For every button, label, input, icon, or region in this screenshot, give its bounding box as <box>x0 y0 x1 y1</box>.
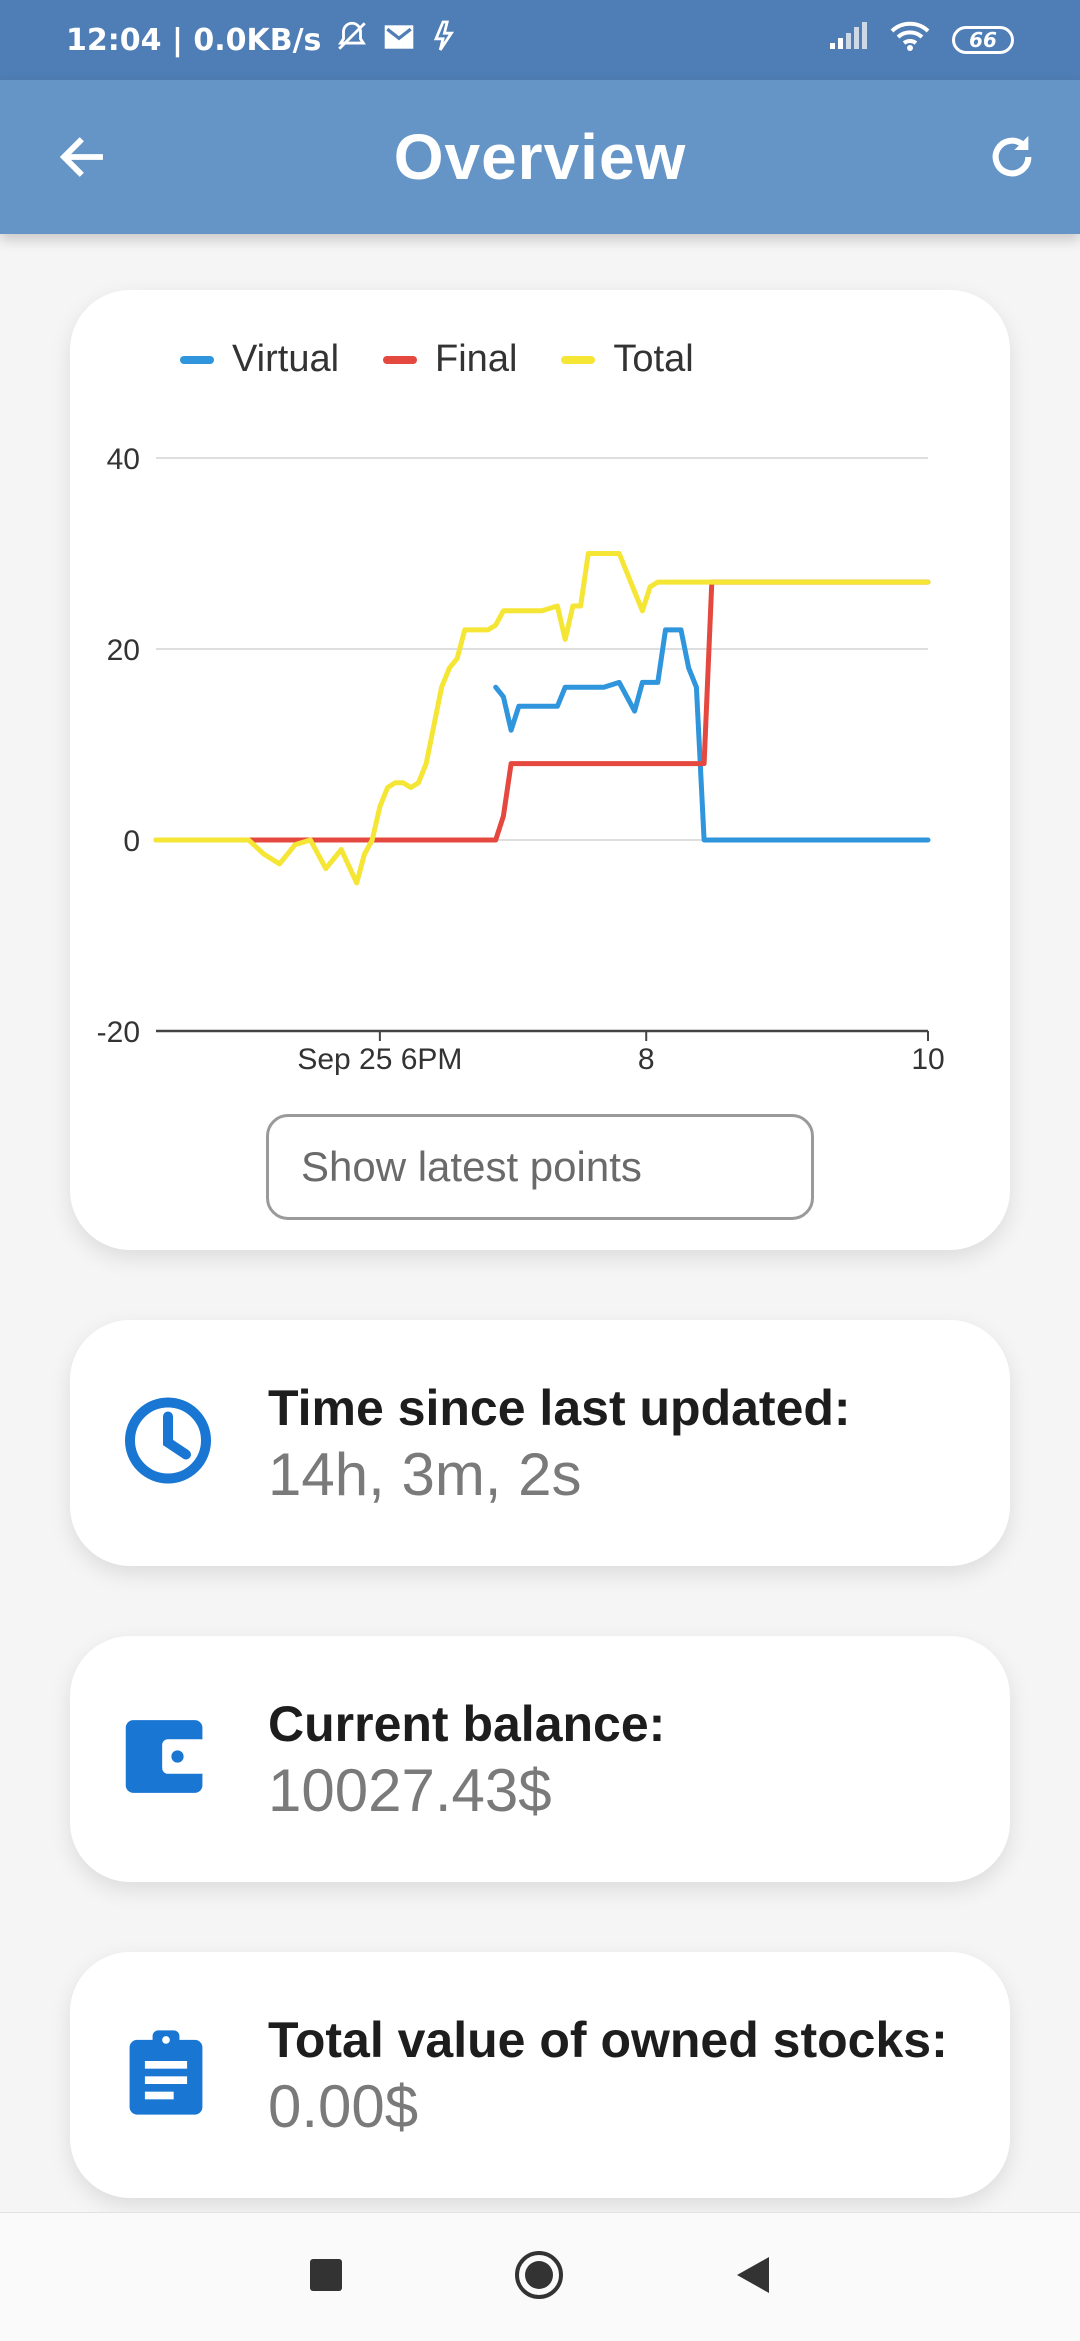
x-tick-label: 10 <box>911 1043 944 1076</box>
x-tick-label: 8 <box>638 1043 655 1076</box>
series-line-virtual <box>493 627 931 843</box>
y-tick-label: 40 <box>107 443 140 476</box>
clipboard-icon <box>120 2027 212 2124</box>
info-value-owned-stocks: 0.00$ <box>268 2073 419 2140</box>
system-nav-bar <box>0 2212 1080 2341</box>
show-latest-points-button[interactable]: Show latest points <box>266 1114 814 1220</box>
app-bar: Overview <box>0 80 1080 234</box>
series-line-total <box>153 551 931 886</box>
info-label-balance: Current balance: <box>268 1696 666 1752</box>
info-card-balance: Current balance: 10027.43$ <box>70 1636 1010 1882</box>
info-value-balance: 10027.43$ <box>268 1757 552 1824</box>
battery-icon: 66 <box>952 26 1014 54</box>
wallet-icon <box>120 1711 212 1808</box>
page-title: Overview <box>393 121 687 193</box>
clock-icon <box>120 1393 216 1494</box>
back-triangle-icon[interactable] <box>735 2255 771 2300</box>
line-chart: 40 20 0 -20 Sep 25 6PM 8 10 <box>97 443 945 1076</box>
status-bar: 12:04 | 0.0KB/s 66 <box>0 0 1080 80</box>
mail-icon <box>383 23 415 58</box>
wifi-icon <box>890 20 930 60</box>
y-tick-label: 20 <box>107 634 140 667</box>
info-value-last-updated: 14h, 3m, 2s <box>268 1441 582 1508</box>
refresh-icon <box>992 136 1032 177</box>
x-tick-label: Sep 25 6PM <box>297 1043 462 1076</box>
home-circle-icon[interactable] <box>513 2249 565 2306</box>
bell-off-icon <box>335 19 369 61</box>
status-time-speed: 12:04 | 0.0KB/s <box>66 22 322 58</box>
info-card-last-updated: Time since last updated: 14h, 3m, 2s <box>70 1320 1010 1566</box>
chart-card: Virtual Final Total 40 20 0 -20 Sep 25 6PM 8 1… <box>70 290 1010 1250</box>
activity-icon <box>429 19 457 61</box>
refresh-button[interactable] <box>978 123 1046 191</box>
y-tick-label: -20 <box>97 1016 140 1049</box>
signal-icon <box>828 21 868 59</box>
info-label-owned-stocks: Total value of owned stocks: <box>268 2012 948 2068</box>
y-tick-label: 0 <box>123 825 140 858</box>
series-line-final <box>153 579 931 843</box>
info-card-owned-stocks: Total value of owned stocks: 0.00$ <box>70 1952 1010 2198</box>
info-label-last-updated: Time since last updated: <box>268 1380 851 1436</box>
recents-square-icon[interactable] <box>309 2258 343 2297</box>
